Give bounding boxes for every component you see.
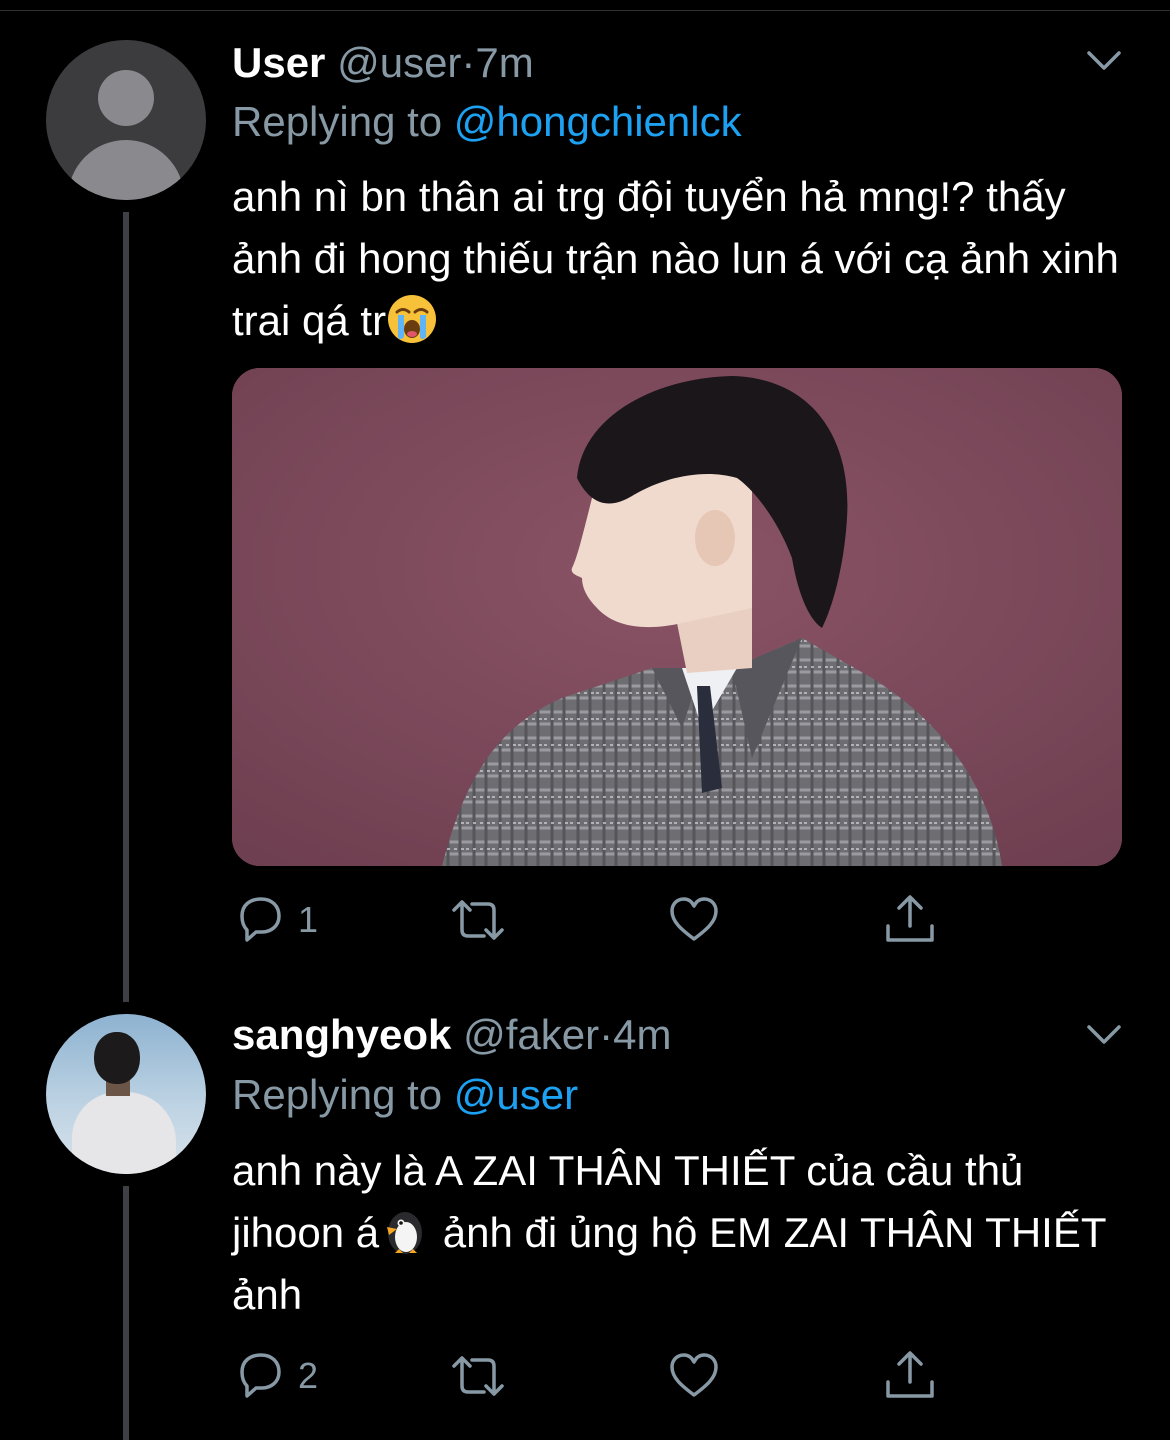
reply-button[interactable]: 2: [232, 1346, 318, 1406]
avatar[interactable]: [46, 40, 206, 200]
timestamp[interactable]: 4m: [613, 1011, 671, 1058]
timestamp[interactable]: 7m: [475, 39, 533, 86]
display-name[interactable]: sanghyeok: [232, 1011, 451, 1058]
loudly-crying-face-emoji: [388, 295, 437, 343]
separator-dot: ·: [461, 39, 476, 86]
retweet-button[interactable]: [448, 1346, 508, 1406]
like-button[interactable]: [666, 1346, 722, 1406]
reply-button[interactable]: 1: [232, 890, 318, 950]
retweet-button[interactable]: [448, 890, 508, 950]
tweet-text: anh này là A ZAI THÂN THIẾT của cầu thủ …: [232, 1140, 1132, 1326]
avatar-body-shape: [68, 140, 184, 200]
avatar-body-shape: [72, 1092, 176, 1174]
reply-icon: [240, 897, 281, 942]
photo-illustration: [232, 368, 1122, 866]
chevron-down-icon[interactable]: [1086, 1024, 1122, 1046]
like-icon: [670, 1353, 718, 1397]
like-icon: [670, 897, 718, 941]
replying-to-label: Replying to: [232, 98, 443, 145]
penguin-emoji: [387, 1212, 423, 1254]
replying-to-handle[interactable]: @hongchienlck: [454, 98, 742, 145]
tweet-text-content: anh nì bn thân ai trg đội tuyển hả mng!?…: [232, 173, 1119, 344]
replying-to: Replying to @user: [232, 1070, 578, 1120]
retweet-icon: [452, 900, 504, 940]
tweet[interactable]: User @user·7m Replying to @hongchienlck …: [0, 0, 1170, 1000]
share-button[interactable]: [882, 1346, 938, 1406]
tweet-header: User @user·7m: [232, 38, 534, 88]
replying-to-handle[interactable]: @user: [454, 1071, 578, 1118]
share-icon: [886, 895, 934, 942]
replying-to: Replying to @hongchienlck: [232, 97, 742, 147]
avatar[interactable]: [46, 1014, 206, 1174]
reply-count: 1: [298, 899, 319, 940]
avatar-head-shape: [98, 70, 154, 126]
display-name[interactable]: User: [232, 39, 325, 86]
tweet-media-image[interactable]: [232, 368, 1122, 866]
chevron-down-icon[interactable]: [1086, 50, 1122, 72]
tweet-actions: 2: [232, 1346, 992, 1406]
reply-icon: [240, 1353, 281, 1398]
separator-dot: ·: [599, 1011, 614, 1058]
tweet-header: sanghyeok @faker·4m: [232, 1010, 671, 1060]
share-icon: [886, 1351, 934, 1398]
replying-to-label: Replying to: [232, 1071, 443, 1118]
tweet[interactable]: sanghyeok @faker·4m Replying to @user an…: [0, 1000, 1170, 1440]
like-button[interactable]: [666, 890, 722, 950]
user-handle[interactable]: @faker: [463, 1011, 599, 1058]
tweet-text: anh nì bn thân ai trg đội tuyển hả mng!?…: [232, 166, 1132, 352]
tweet-actions: 1: [232, 890, 992, 950]
avatar-head-shape: [94, 1032, 140, 1084]
share-button[interactable]: [882, 890, 938, 950]
retweet-icon: [452, 1356, 504, 1396]
reply-count: 2: [298, 1355, 319, 1396]
user-handle[interactable]: @user: [337, 39, 461, 86]
